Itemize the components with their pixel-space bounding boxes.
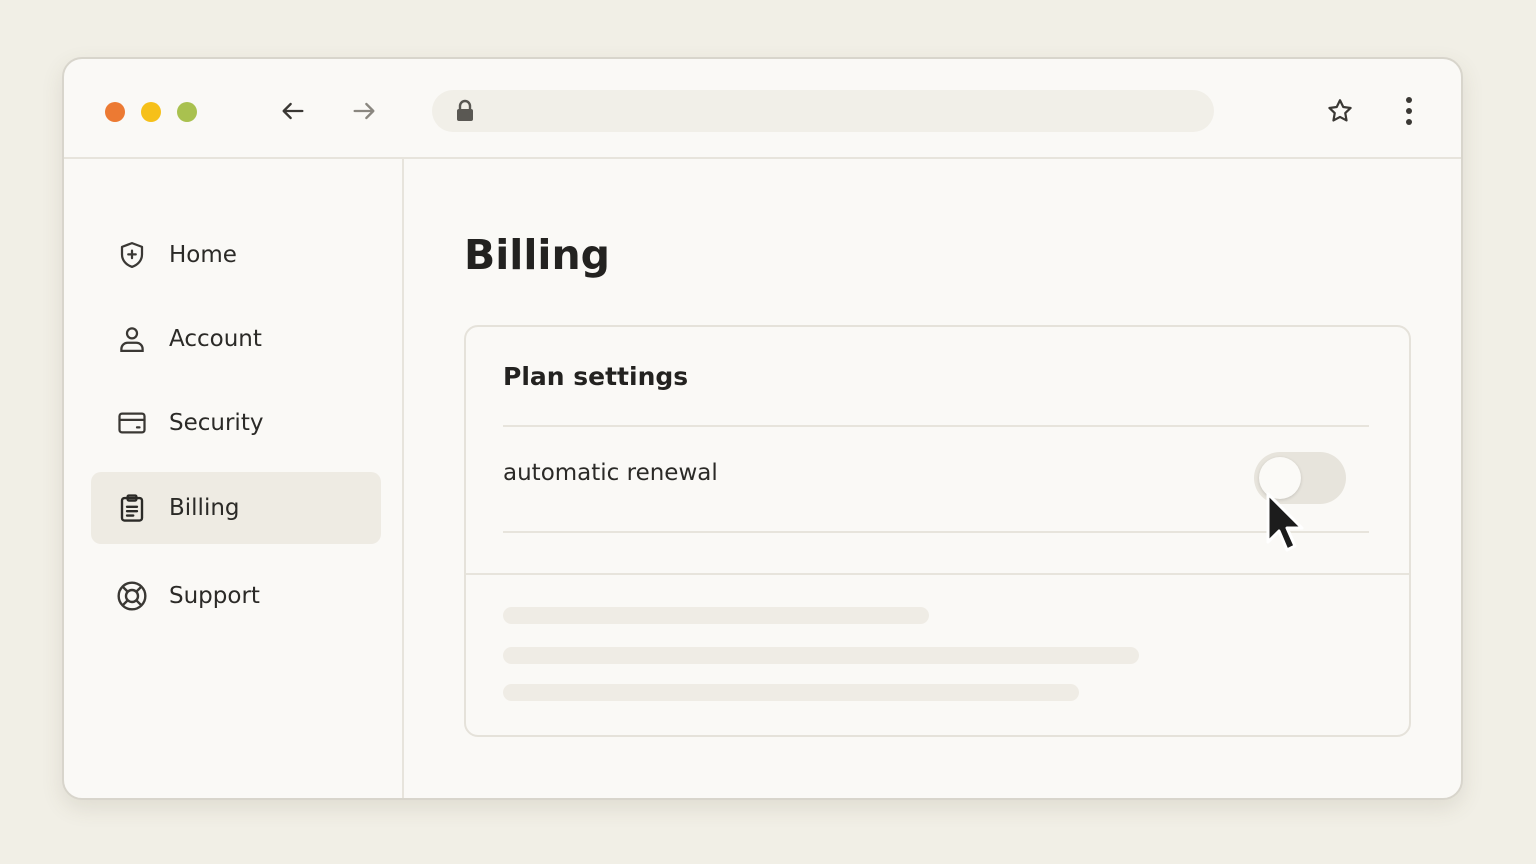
more-vertical-icon	[1406, 97, 1412, 125]
bookmark-button[interactable]	[1322, 93, 1358, 129]
browser-menu-button[interactable]	[1391, 93, 1427, 129]
arrow-left-icon	[282, 102, 304, 120]
lock-icon	[457, 99, 473, 121]
credit-card-icon	[115, 406, 149, 440]
sidebar-item-label: Support	[169, 583, 260, 609]
automatic-renewal-label: automatic renewal	[503, 460, 718, 486]
lifebuoy-icon	[115, 579, 149, 613]
sidebar-item-security[interactable]: Security	[91, 387, 381, 459]
page-title: Billing	[464, 231, 611, 279]
divider	[503, 531, 1369, 533]
divider	[503, 425, 1369, 427]
browser-window: Home Account Security Billing Support Bi…	[62, 57, 1463, 800]
user-icon	[115, 322, 149, 356]
sidebar-item-account[interactable]: Account	[91, 303, 381, 375]
forward-button[interactable]	[346, 93, 382, 129]
minimize-window-button[interactable]	[141, 102, 161, 122]
card-title: Plan settings	[503, 362, 689, 391]
sidebar: Home Account Security Billing Support	[64, 159, 404, 798]
sidebar-item-support[interactable]: Support	[91, 560, 381, 632]
close-window-button[interactable]	[105, 102, 125, 122]
browser-toolbar	[64, 59, 1461, 159]
sidebar-item-billing[interactable]: Billing	[91, 472, 381, 544]
maximize-window-button[interactable]	[177, 102, 197, 122]
arrow-right-icon	[353, 102, 375, 120]
shield-plus-icon	[115, 238, 149, 272]
skeleton-line	[503, 647, 1139, 664]
toggle-knob	[1259, 457, 1301, 499]
sidebar-item-label: Security	[169, 410, 264, 436]
back-button[interactable]	[275, 93, 311, 129]
main-content: Billing Plan settings automatic renewal	[406, 159, 1461, 798]
automatic-renewal-toggle[interactable]	[1254, 452, 1346, 504]
sidebar-item-home[interactable]: Home	[91, 219, 381, 291]
plan-settings-card: Plan settings automatic renewal	[464, 325, 1411, 737]
sidebar-item-label: Account	[169, 326, 262, 352]
clipboard-icon	[115, 491, 149, 525]
skeleton-line	[503, 607, 929, 624]
star-icon	[1328, 99, 1352, 122]
sidebar-item-label: Billing	[169, 495, 240, 521]
skeleton-line	[503, 684, 1079, 701]
address-bar[interactable]	[432, 90, 1214, 132]
section-divider	[466, 573, 1409, 575]
sidebar-item-label: Home	[169, 242, 237, 268]
